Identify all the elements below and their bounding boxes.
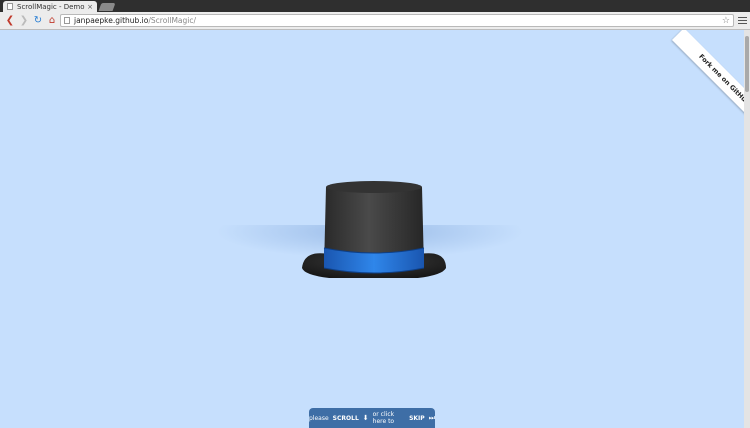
github-ribbon-label[interactable]: Fork me on GitHub bbox=[671, 30, 744, 120]
tab-strip: ScrollMagic - Demo × bbox=[0, 0, 750, 12]
back-arrow-icon[interactable]: ❮ bbox=[4, 14, 16, 27]
scrollbar-thumb[interactable] bbox=[745, 36, 749, 92]
github-ribbon[interactable]: Fork me on GitHub bbox=[654, 30, 744, 120]
hamburger-menu-icon[interactable] bbox=[738, 15, 747, 25]
scroll-skip-button[interactable]: please SCROLL ⬇ or click here to SKIP ⏭ bbox=[309, 408, 435, 428]
forward-arrow-icon[interactable]: ❯ bbox=[18, 14, 30, 27]
top-hat-icon bbox=[302, 181, 446, 278]
page-content: Fork me on GitHub please SCROLL ⬇ or cli… bbox=[0, 30, 744, 428]
cta-prefix: please bbox=[309, 414, 329, 422]
trophy-icon: ⬇ bbox=[362, 414, 369, 422]
page-icon bbox=[64, 17, 70, 24]
new-tab-button[interactable] bbox=[98, 3, 116, 11]
browser-toolbar: ❮ ❯ ↻ ⌂ janpaepke.github.io/ScrollMagic/… bbox=[0, 12, 750, 30]
star-icon[interactable]: ☆ bbox=[722, 16, 730, 26]
address-bar[interactable]: janpaepke.github.io/ScrollMagic/ ☆ bbox=[60, 14, 734, 27]
url-text[interactable]: janpaepke.github.io/ScrollMagic/ bbox=[74, 16, 722, 25]
page-scrollbar[interactable] bbox=[744, 30, 750, 428]
browser-tab[interactable]: ScrollMagic - Demo × bbox=[3, 1, 97, 12]
tab-title: ScrollMagic - Demo bbox=[17, 2, 85, 11]
cta-scroll: SCROLL bbox=[332, 414, 359, 422]
cta-middle: or click here to bbox=[372, 411, 395, 425]
tab-close-icon[interactable]: × bbox=[87, 3, 93, 11]
skip-icon: ⏭ bbox=[428, 413, 435, 422]
home-icon[interactable]: ⌂ bbox=[46, 14, 58, 27]
reload-icon[interactable]: ↻ bbox=[32, 14, 44, 27]
page-favicon-icon bbox=[7, 3, 13, 10]
cta-skip: SKIP bbox=[409, 414, 425, 422]
